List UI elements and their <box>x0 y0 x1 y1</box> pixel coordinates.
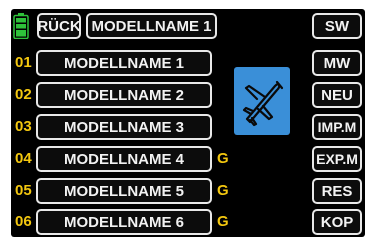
current-model-button[interactable]: MODELLNAME 1 <box>86 13 217 39</box>
model-slot-01[interactable]: MODELLNAME 1 <box>36 50 212 76</box>
import-model-button[interactable]: IMP.M <box>312 114 362 140</box>
battery-icon <box>13 13 29 39</box>
export-model-button[interactable]: EXP.M <box>312 146 362 172</box>
model-slot-06[interactable]: MODELLNAME 6 <box>36 209 212 235</box>
airplane-icon <box>242 80 284 127</box>
model-slot-05[interactable]: MODELLNAME 5 <box>36 178 212 204</box>
new-button[interactable]: NEU <box>312 82 362 108</box>
reset-button[interactable]: RES <box>312 178 362 204</box>
model-slot-02[interactable]: MODELLNAME 2 <box>36 82 212 108</box>
model-flag-04: G <box>217 150 229 167</box>
model-type-icon-box <box>234 67 290 135</box>
model-flag-05: G <box>217 182 229 199</box>
back-button[interactable]: RÜCK <box>37 13 81 39</box>
transmitter-screen: RÜCK MODELLNAME 1 01 MODELLNAME 1 02 MOD… <box>11 9 365 237</box>
model-flag-06: G <box>217 213 229 230</box>
sw-button[interactable]: SW <box>312 13 362 39</box>
model-slot-03[interactable]: MODELLNAME 3 <box>36 114 212 140</box>
model-slot-04[interactable]: MODELLNAME 4 <box>36 146 212 172</box>
mw-button[interactable]: MW <box>312 50 362 76</box>
copy-button[interactable]: KOP <box>312 209 362 235</box>
